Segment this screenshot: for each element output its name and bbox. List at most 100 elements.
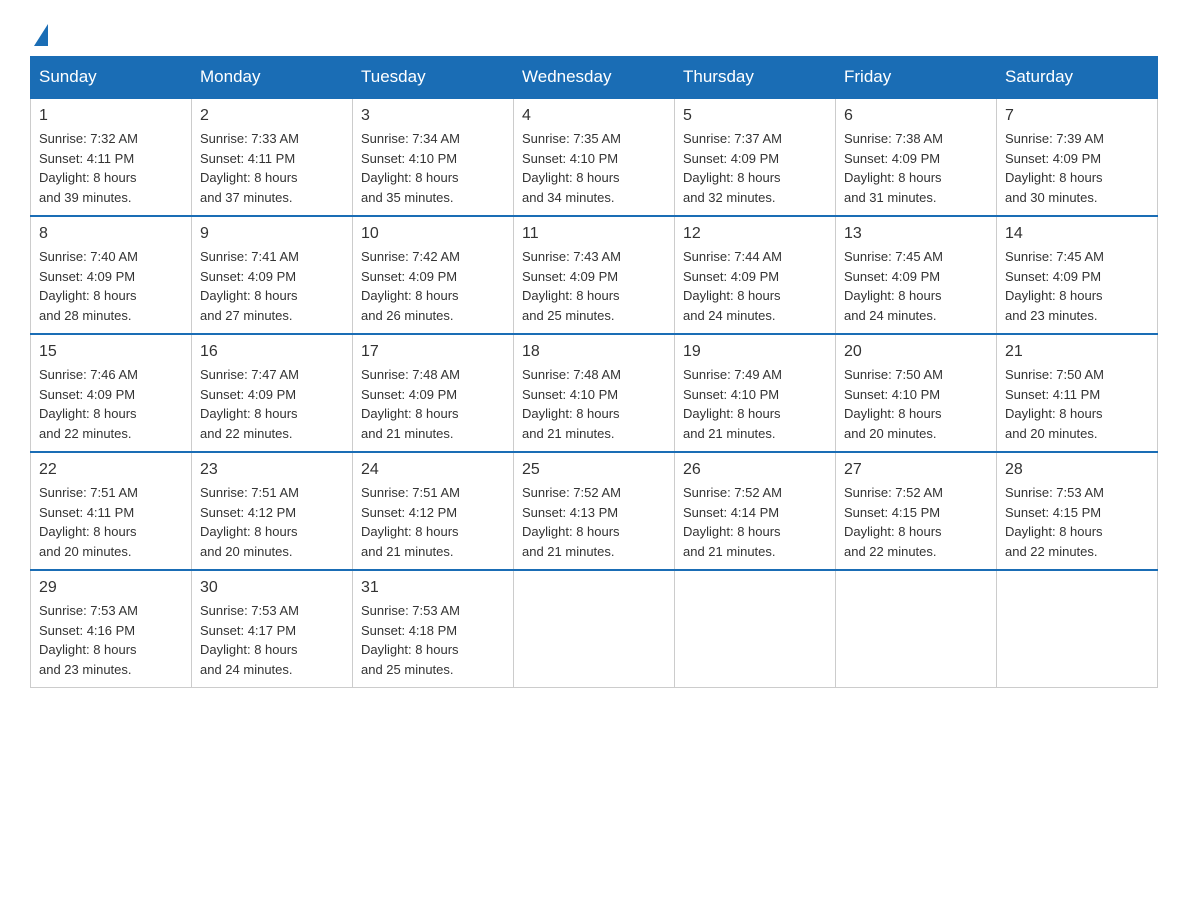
day-info: Sunrise: 7:42 AM Sunset: 4:09 PM Dayligh…: [361, 247, 505, 325]
calendar-week-row: 1 Sunrise: 7:32 AM Sunset: 4:11 PM Dayli…: [31, 98, 1158, 216]
calendar-cell: 22 Sunrise: 7:51 AM Sunset: 4:11 PM Dayl…: [31, 452, 192, 570]
day-info: Sunrise: 7:38 AM Sunset: 4:09 PM Dayligh…: [844, 129, 988, 207]
day-number: 14: [1005, 225, 1149, 243]
calendar-cell: 31 Sunrise: 7:53 AM Sunset: 4:18 PM Dayl…: [353, 570, 514, 688]
calendar-cell: 30 Sunrise: 7:53 AM Sunset: 4:17 PM Dayl…: [192, 570, 353, 688]
calendar-week-row: 8 Sunrise: 7:40 AM Sunset: 4:09 PM Dayli…: [31, 216, 1158, 334]
day-number: 12: [683, 225, 827, 243]
header-monday: Monday: [192, 57, 353, 99]
calendar-cell: 23 Sunrise: 7:51 AM Sunset: 4:12 PM Dayl…: [192, 452, 353, 570]
header-saturday: Saturday: [997, 57, 1158, 99]
day-info: Sunrise: 7:33 AM Sunset: 4:11 PM Dayligh…: [200, 129, 344, 207]
day-info: Sunrise: 7:39 AM Sunset: 4:09 PM Dayligh…: [1005, 129, 1149, 207]
calendar-cell: 9 Sunrise: 7:41 AM Sunset: 4:09 PM Dayli…: [192, 216, 353, 334]
day-number: 1: [39, 107, 183, 125]
day-number: 28: [1005, 461, 1149, 479]
day-number: 11: [522, 225, 666, 243]
calendar-cell: 17 Sunrise: 7:48 AM Sunset: 4:09 PM Dayl…: [353, 334, 514, 452]
day-info: Sunrise: 7:41 AM Sunset: 4:09 PM Dayligh…: [200, 247, 344, 325]
calendar-cell: [675, 570, 836, 688]
day-number: 17: [361, 343, 505, 361]
day-number: 10: [361, 225, 505, 243]
logo-triangle-icon: [34, 24, 48, 46]
calendar-week-row: 22 Sunrise: 7:51 AM Sunset: 4:11 PM Dayl…: [31, 452, 1158, 570]
calendar-cell: 13 Sunrise: 7:45 AM Sunset: 4:09 PM Dayl…: [836, 216, 997, 334]
day-info: Sunrise: 7:53 AM Sunset: 4:16 PM Dayligh…: [39, 601, 183, 679]
calendar-header-row: SundayMondayTuesdayWednesdayThursdayFrid…: [31, 57, 1158, 99]
day-info: Sunrise: 7:53 AM Sunset: 4:15 PM Dayligh…: [1005, 483, 1149, 561]
day-number: 2: [200, 107, 344, 125]
day-info: Sunrise: 7:51 AM Sunset: 4:12 PM Dayligh…: [200, 483, 344, 561]
day-number: 7: [1005, 107, 1149, 125]
calendar-cell: 20 Sunrise: 7:50 AM Sunset: 4:10 PM Dayl…: [836, 334, 997, 452]
day-number: 16: [200, 343, 344, 361]
calendar-cell: 26 Sunrise: 7:52 AM Sunset: 4:14 PM Dayl…: [675, 452, 836, 570]
day-info: Sunrise: 7:52 AM Sunset: 4:14 PM Dayligh…: [683, 483, 827, 561]
day-number: 9: [200, 225, 344, 243]
day-number: 3: [361, 107, 505, 125]
calendar-cell: 3 Sunrise: 7:34 AM Sunset: 4:10 PM Dayli…: [353, 98, 514, 216]
day-number: 19: [683, 343, 827, 361]
calendar-cell: 6 Sunrise: 7:38 AM Sunset: 4:09 PM Dayli…: [836, 98, 997, 216]
calendar-cell: 11 Sunrise: 7:43 AM Sunset: 4:09 PM Dayl…: [514, 216, 675, 334]
day-number: 15: [39, 343, 183, 361]
day-info: Sunrise: 7:40 AM Sunset: 4:09 PM Dayligh…: [39, 247, 183, 325]
calendar-cell: 28 Sunrise: 7:53 AM Sunset: 4:15 PM Dayl…: [997, 452, 1158, 570]
calendar-cell: 12 Sunrise: 7:44 AM Sunset: 4:09 PM Dayl…: [675, 216, 836, 334]
day-number: 21: [1005, 343, 1149, 361]
day-number: 20: [844, 343, 988, 361]
header-wednesday: Wednesday: [514, 57, 675, 99]
calendar-cell: [836, 570, 997, 688]
day-number: 5: [683, 107, 827, 125]
day-info: Sunrise: 7:46 AM Sunset: 4:09 PM Dayligh…: [39, 365, 183, 443]
header-tuesday: Tuesday: [353, 57, 514, 99]
calendar-cell: [514, 570, 675, 688]
day-info: Sunrise: 7:47 AM Sunset: 4:09 PM Dayligh…: [200, 365, 344, 443]
day-info: Sunrise: 7:52 AM Sunset: 4:13 PM Dayligh…: [522, 483, 666, 561]
calendar-cell: [997, 570, 1158, 688]
calendar-cell: 25 Sunrise: 7:52 AM Sunset: 4:13 PM Dayl…: [514, 452, 675, 570]
calendar-cell: 7 Sunrise: 7:39 AM Sunset: 4:09 PM Dayli…: [997, 98, 1158, 216]
day-info: Sunrise: 7:45 AM Sunset: 4:09 PM Dayligh…: [844, 247, 988, 325]
calendar-cell: 24 Sunrise: 7:51 AM Sunset: 4:12 PM Dayl…: [353, 452, 514, 570]
day-number: 29: [39, 579, 183, 597]
day-number: 31: [361, 579, 505, 597]
day-info: Sunrise: 7:50 AM Sunset: 4:11 PM Dayligh…: [1005, 365, 1149, 443]
day-info: Sunrise: 7:52 AM Sunset: 4:15 PM Dayligh…: [844, 483, 988, 561]
day-info: Sunrise: 7:49 AM Sunset: 4:10 PM Dayligh…: [683, 365, 827, 443]
calendar-cell: 2 Sunrise: 7:33 AM Sunset: 4:11 PM Dayli…: [192, 98, 353, 216]
day-number: 30: [200, 579, 344, 597]
day-number: 4: [522, 107, 666, 125]
calendar-cell: 5 Sunrise: 7:37 AM Sunset: 4:09 PM Dayli…: [675, 98, 836, 216]
day-info: Sunrise: 7:50 AM Sunset: 4:10 PM Dayligh…: [844, 365, 988, 443]
calendar-cell: 19 Sunrise: 7:49 AM Sunset: 4:10 PM Dayl…: [675, 334, 836, 452]
calendar-cell: 29 Sunrise: 7:53 AM Sunset: 4:16 PM Dayl…: [31, 570, 192, 688]
day-info: Sunrise: 7:45 AM Sunset: 4:09 PM Dayligh…: [1005, 247, 1149, 325]
day-info: Sunrise: 7:34 AM Sunset: 4:10 PM Dayligh…: [361, 129, 505, 207]
day-info: Sunrise: 7:37 AM Sunset: 4:09 PM Dayligh…: [683, 129, 827, 207]
day-info: Sunrise: 7:53 AM Sunset: 4:18 PM Dayligh…: [361, 601, 505, 679]
logo: [30, 20, 48, 46]
day-info: Sunrise: 7:48 AM Sunset: 4:10 PM Dayligh…: [522, 365, 666, 443]
calendar-cell: 1 Sunrise: 7:32 AM Sunset: 4:11 PM Dayli…: [31, 98, 192, 216]
day-number: 13: [844, 225, 988, 243]
day-number: 24: [361, 461, 505, 479]
calendar-cell: 16 Sunrise: 7:47 AM Sunset: 4:09 PM Dayl…: [192, 334, 353, 452]
day-info: Sunrise: 7:44 AM Sunset: 4:09 PM Dayligh…: [683, 247, 827, 325]
calendar-week-row: 15 Sunrise: 7:46 AM Sunset: 4:09 PM Dayl…: [31, 334, 1158, 452]
calendar-week-row: 29 Sunrise: 7:53 AM Sunset: 4:16 PM Dayl…: [31, 570, 1158, 688]
day-number: 25: [522, 461, 666, 479]
day-number: 27: [844, 461, 988, 479]
day-info: Sunrise: 7:35 AM Sunset: 4:10 PM Dayligh…: [522, 129, 666, 207]
calendar-cell: 14 Sunrise: 7:45 AM Sunset: 4:09 PM Dayl…: [997, 216, 1158, 334]
page-header: [30, 20, 1158, 46]
calendar-table: SundayMondayTuesdayWednesdayThursdayFrid…: [30, 56, 1158, 688]
header-sunday: Sunday: [31, 57, 192, 99]
day-info: Sunrise: 7:43 AM Sunset: 4:09 PM Dayligh…: [522, 247, 666, 325]
calendar-cell: 10 Sunrise: 7:42 AM Sunset: 4:09 PM Dayl…: [353, 216, 514, 334]
day-number: 26: [683, 461, 827, 479]
calendar-cell: 27 Sunrise: 7:52 AM Sunset: 4:15 PM Dayl…: [836, 452, 997, 570]
day-number: 23: [200, 461, 344, 479]
calendar-cell: 18 Sunrise: 7:48 AM Sunset: 4:10 PM Dayl…: [514, 334, 675, 452]
day-number: 18: [522, 343, 666, 361]
